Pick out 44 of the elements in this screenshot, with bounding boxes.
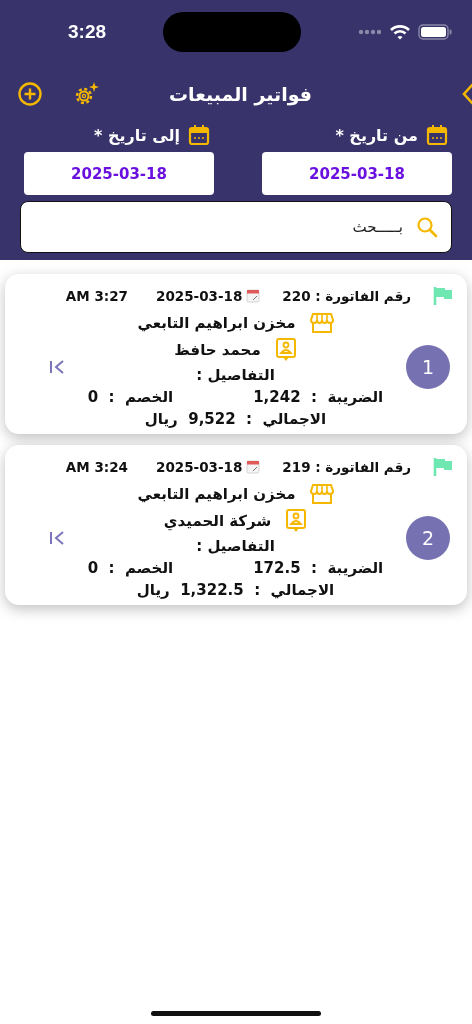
calendar-icon <box>246 289 261 303</box>
invoice-date: 2025-03-18 <box>156 459 243 475</box>
customer-name: محمد حافظ <box>174 341 261 359</box>
calendar-icon <box>188 124 210 146</box>
wifi-icon <box>390 24 410 40</box>
tax-amount: الضريبة : 1,242 <box>253 388 384 406</box>
collapse-icon[interactable] <box>49 359 65 375</box>
calendar-icon <box>426 124 448 146</box>
date-label: إلى تاريخ * <box>94 125 180 145</box>
date-label: من تاريخ * <box>335 125 418 145</box>
date-field[interactable]: 2025-03-18 <box>24 152 214 195</box>
person-card-icon <box>274 338 297 362</box>
details-label: التفاصيل : <box>196 537 275 555</box>
status-time: 3:28 <box>68 21 107 43</box>
discount-amount: الخصم : 0 <box>87 388 174 406</box>
invoice-number: رقم الفاتورة : 219 <box>282 459 411 475</box>
page-title: فواتير المبيعات <box>168 83 312 105</box>
invoice-number: رقم الفاتورة : 220 <box>282 288 411 304</box>
back-icon[interactable] <box>462 82 472 106</box>
customer-name: شركة الحميدي <box>163 512 272 530</box>
date-field[interactable]: 2025-03-18 <box>262 152 452 195</box>
battery-icon <box>418 24 452 40</box>
collapse-icon[interactable] <box>49 530 65 546</box>
flag-icon <box>433 286 453 306</box>
total-amount: الاجمالي : 1,322.5 ريال <box>136 581 335 599</box>
invoice-time: AM 3:27 <box>65 288 128 304</box>
discount-amount: الخصم : 0 <box>87 559 174 577</box>
index-badge: 2 <box>406 516 450 560</box>
invoice-time: AM 3:24 <box>65 459 128 475</box>
index-badge: 1 <box>406 345 450 389</box>
calendar-icon <box>246 460 261 474</box>
add-icon[interactable] <box>16 81 43 107</box>
invoice-date: 2025-03-18 <box>156 288 243 304</box>
signal-icon <box>358 29 382 35</box>
details-label: التفاصيل : <box>196 366 275 384</box>
store-name: مخزن ابراهيم التابعي <box>137 485 296 503</box>
search-field[interactable]: بـــــحث <box>20 201 452 253</box>
store-icon <box>309 483 334 505</box>
tax-amount: الضريبة : 172.5 <box>253 559 384 577</box>
person-card-icon <box>285 509 308 533</box>
store-icon <box>309 312 334 334</box>
total-amount: الاجمالي : 9,522 ريال <box>144 410 327 428</box>
store-name: مخزن ابراهيم التابعي <box>137 314 296 332</box>
flag-icon <box>433 457 453 477</box>
